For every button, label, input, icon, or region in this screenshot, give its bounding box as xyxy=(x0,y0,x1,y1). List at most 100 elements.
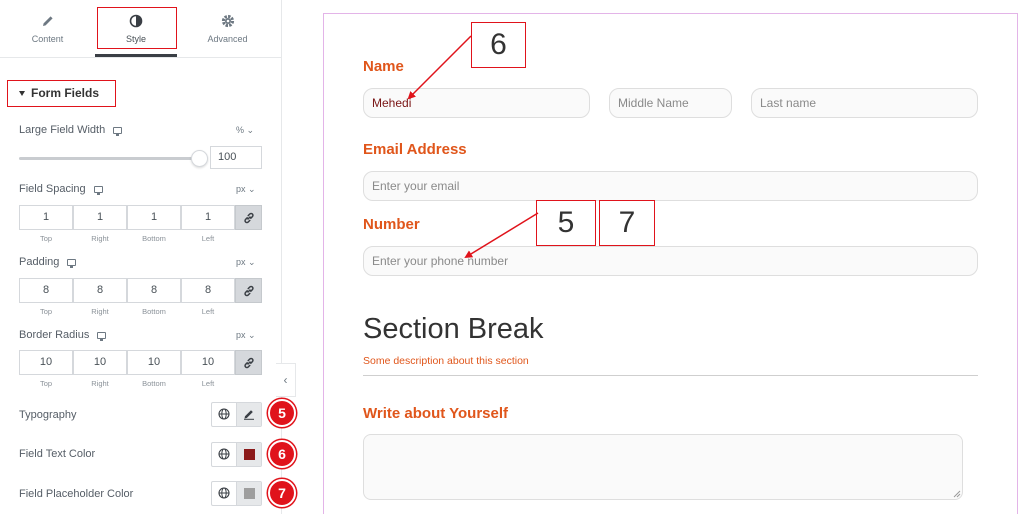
link-values-button[interactable] xyxy=(235,205,262,230)
border-radius-dimensions: 10 10 10 10 Top Right Bottom Left xyxy=(19,350,262,388)
field-spacing-label: Field Spacing xyxy=(19,183,86,195)
email-label: Email Address xyxy=(363,141,467,158)
form-fields-highlight xyxy=(7,80,116,107)
padding-left[interactable]: 8 xyxy=(181,278,235,303)
collapse-panel-button[interactable]: ‹ xyxy=(276,363,296,397)
width-slider-thumb[interactable] xyxy=(191,150,208,167)
phone-field[interactable]: Enter your phone number xyxy=(363,246,978,276)
border-radius-unit[interactable]: px ⌄ xyxy=(236,330,256,341)
step-badge-7: 7 xyxy=(268,479,296,507)
tab-advanced[interactable]: Advanced xyxy=(180,0,275,56)
color-swatch xyxy=(244,449,255,460)
dim-caption: Right xyxy=(91,379,109,388)
border-radius-left[interactable]: 10 xyxy=(181,350,235,375)
width-slider-track[interactable] xyxy=(19,157,200,160)
field-spacing-unit[interactable]: px ⌄ xyxy=(236,184,256,195)
dim-caption: Left xyxy=(201,234,215,243)
field-text-color-picker[interactable] xyxy=(237,443,261,466)
section-break-description: Some description about this section xyxy=(363,355,529,367)
large-field-width-control: Large Field Width xyxy=(19,124,123,136)
dim-caption: Right xyxy=(91,234,109,243)
gear-icon xyxy=(221,14,234,28)
link-values-button[interactable] xyxy=(235,350,262,375)
link-icon xyxy=(244,285,254,297)
border-radius-bottom[interactable]: 10 xyxy=(127,350,181,375)
field-text-color-label: Field Text Color xyxy=(19,448,96,460)
monitor-icon[interactable] xyxy=(97,331,107,341)
global-button[interactable] xyxy=(212,482,237,505)
resize-handle-icon[interactable] xyxy=(953,490,961,498)
section-divider xyxy=(363,375,978,376)
border-radius-right[interactable]: 10 xyxy=(73,350,127,375)
globe-icon xyxy=(218,408,230,420)
field-spacing-top[interactable]: 1 xyxy=(19,205,73,230)
field-placeholder-color-picker[interactable] xyxy=(237,482,261,505)
global-button[interactable] xyxy=(212,443,237,466)
about-textarea[interactable] xyxy=(363,434,963,500)
dim-caption: Bottom xyxy=(142,234,166,243)
field-spacing-dimensions: 1 1 1 1 Top Right Bottom Left xyxy=(19,205,262,243)
pencil-icon xyxy=(244,410,254,420)
large-field-width-unit[interactable]: % ⌄ xyxy=(236,125,254,136)
tab-content[interactable]: Content xyxy=(0,0,95,56)
callout-7: 7 xyxy=(599,200,655,246)
monitor-icon[interactable] xyxy=(113,126,123,136)
link-values-button[interactable] xyxy=(235,278,262,303)
dim-caption: Right xyxy=(91,307,109,316)
global-button[interactable] xyxy=(212,403,237,426)
last-name-field[interactable]: Last name xyxy=(751,88,978,118)
number-label: Number xyxy=(363,216,420,233)
field-text-color-controls xyxy=(211,442,262,467)
typography-edit-button[interactable] xyxy=(237,403,261,426)
globe-icon xyxy=(218,448,230,460)
style-panel: Content Style Advanced Form Fields Large… xyxy=(0,0,296,514)
callout-5: 5 xyxy=(536,200,596,246)
step-badge-6: 6 xyxy=(268,440,296,468)
tab-content-label: Content xyxy=(31,34,64,44)
large-field-width-label: Large Field Width xyxy=(19,124,106,136)
field-spacing-right[interactable]: 1 xyxy=(73,205,127,230)
first-name-field[interactable]: Mehedi xyxy=(363,88,590,118)
typography-controls xyxy=(211,402,262,427)
field-spacing-control: Field Spacing xyxy=(19,183,103,195)
padding-control: Padding xyxy=(19,256,77,268)
active-tab-indicator xyxy=(95,54,177,57)
padding-right[interactable]: 8 xyxy=(73,278,127,303)
border-radius-top[interactable]: 10 xyxy=(19,350,73,375)
color-swatch xyxy=(244,488,255,499)
dim-caption: Top xyxy=(39,307,53,316)
globe-icon xyxy=(218,487,230,499)
about-label: Write about Yourself xyxy=(363,405,509,422)
email-field[interactable]: Enter your email xyxy=(363,171,978,201)
dim-caption: Top xyxy=(39,234,53,243)
link-icon xyxy=(244,212,254,224)
field-spacing-left[interactable]: 1 xyxy=(181,205,235,230)
middle-name-field[interactable]: Middle Name xyxy=(609,88,732,118)
dim-caption: Left xyxy=(201,307,215,316)
border-radius-label: Border Radius xyxy=(19,329,90,341)
border-radius-control: Border Radius xyxy=(19,329,107,341)
step-badge-5: 5 xyxy=(268,399,296,427)
width-value-input[interactable]: 100 xyxy=(210,146,262,169)
monitor-icon[interactable] xyxy=(93,185,103,195)
style-tab-highlight xyxy=(97,7,177,49)
typography-label: Typography xyxy=(19,409,77,421)
padding-label: Padding xyxy=(19,256,60,268)
dim-caption: Left xyxy=(201,379,215,388)
padding-unit[interactable]: px ⌄ xyxy=(236,257,256,268)
link-icon xyxy=(244,357,254,369)
dim-caption: Bottom xyxy=(142,379,166,388)
field-placeholder-color-controls xyxy=(211,481,262,506)
field-spacing-bottom[interactable]: 1 xyxy=(127,205,181,230)
tab-advanced-label: Advanced xyxy=(207,34,248,44)
padding-dimensions: 8 8 8 8 Top Right Bottom Left xyxy=(19,278,262,316)
pencil-icon xyxy=(42,16,53,26)
field-placeholder-color-label: Field Placeholder Color xyxy=(19,488,134,500)
dim-caption: Bottom xyxy=(142,307,166,316)
callout-6: 6 xyxy=(471,22,526,68)
dim-caption: Top xyxy=(39,379,53,388)
monitor-icon[interactable] xyxy=(67,258,77,268)
padding-bottom[interactable]: 8 xyxy=(127,278,181,303)
padding-top[interactable]: 8 xyxy=(19,278,73,303)
section-break-title: Section Break xyxy=(363,313,544,345)
